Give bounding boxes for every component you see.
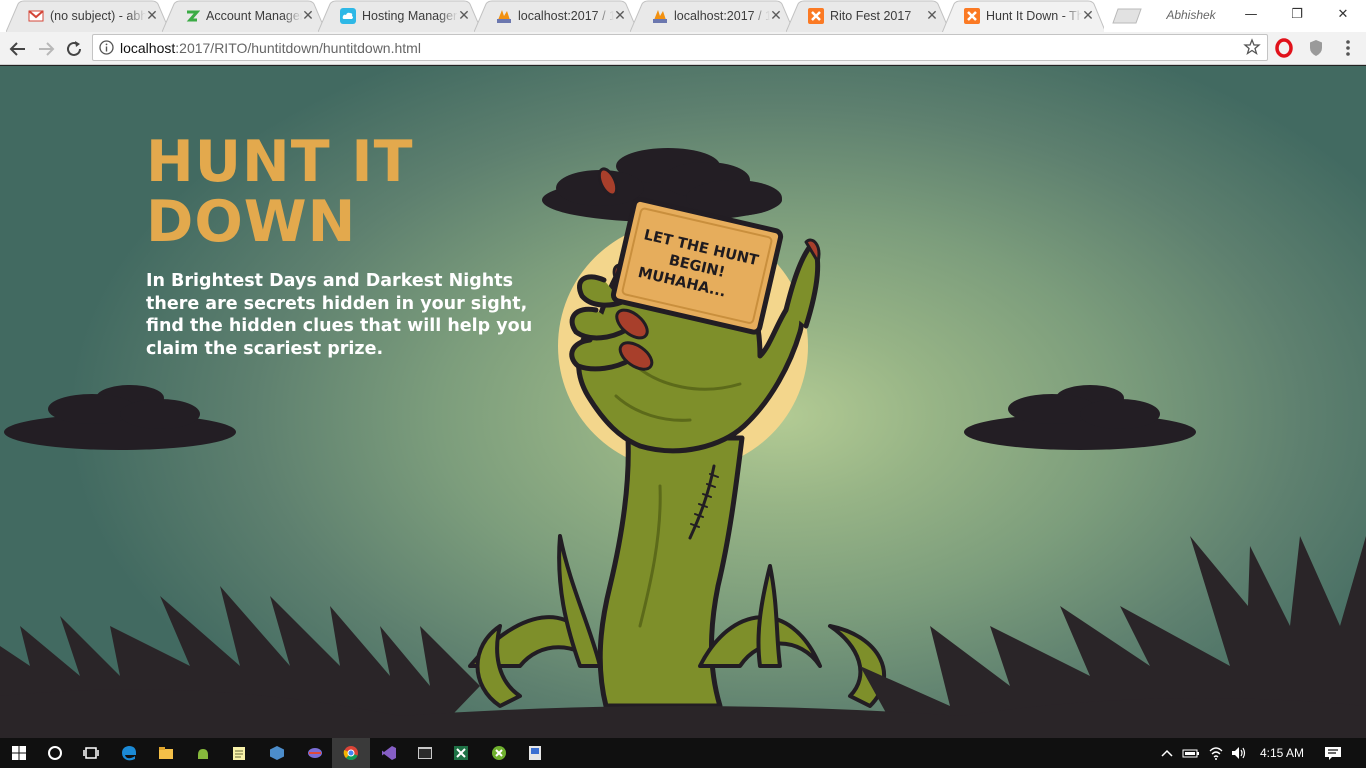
visual-studio-icon [382,746,396,760]
tab-strip: (no subject) - abhi ✕ Account Manager ✕ … [0,0,1366,32]
tab-title: Hunt It Down - Th [986,9,1082,23]
close-icon[interactable]: ✕ [1080,8,1096,24]
android-studio-icon [198,749,208,759]
volume-icon[interactable] [1230,745,1248,761]
menu-icon[interactable] [1338,38,1358,58]
tab-hosting-manager[interactable]: Hosting Manager ✕ [318,0,480,32]
chrome-icon [343,746,358,761]
xampp-icon [808,8,824,24]
close-icon[interactable]: ✕ [768,8,784,24]
tab-rito-fest[interactable]: Rito Fest 2017 ✕ [786,0,948,32]
edge-icon [122,746,136,761]
tab-account-manager[interactable]: Account Manager ✕ [162,0,324,32]
page-title: HUNT IT DOWN [146,129,414,255]
tab-title: localhost:2017 / 1 [674,9,770,23]
tab-title: Rito Fest 2017 [830,9,912,23]
cortana-button[interactable] [36,738,74,768]
browser-toolbar: localhost:2017/RITO/huntitdown/huntitdow… [0,32,1366,65]
tab-phpmyadmin-1[interactable]: localhost:2017 / 1 ✕ [474,0,636,32]
chevron-up-icon[interactable] [1160,745,1174,761]
app2-icon [529,746,541,760]
zoho-icon [184,8,201,24]
taskbar-app2[interactable] [516,738,554,768]
taskbar-excel[interactable] [442,738,480,768]
reload-icon[interactable] [62,37,86,61]
windows-taskbar: 4:15 AM [0,738,1366,768]
info-icon[interactable] [99,40,114,55]
shield-icon[interactable] [1306,38,1326,58]
bookmark-star-icon[interactable] [1243,38,1261,56]
virtualbox-icon [270,746,284,760]
taskbar-xampp[interactable] [480,738,518,768]
restore-button[interactable]: ❐ [1274,0,1320,30]
file-explorer-icon [159,747,173,759]
url-path: :2017/RITO/huntitdown/huntitdown.html [175,40,421,56]
phpmyadmin-icon [496,8,512,24]
taskbar-chrome[interactable] [332,738,370,768]
tab-hunt-it-down[interactable]: Hunt It Down - Th ✕ [942,0,1104,32]
wifi-icon[interactable] [1208,745,1224,761]
close-window-button[interactable]: ✕ [1320,0,1366,30]
tab-gmail[interactable]: (no subject) - abhi ✕ [6,0,168,32]
taskbar-app[interactable] [296,738,334,768]
battery-icon[interactable] [1182,745,1200,761]
back-icon[interactable] [6,37,30,61]
forward-icon[interactable] [34,37,58,61]
app-icon [308,748,322,758]
tab-title: (no subject) - abhi [50,9,146,23]
close-icon[interactable]: ✕ [300,8,316,24]
taskbar-file-explorer[interactable] [147,738,185,768]
profile-name[interactable]: Abhishek [1160,6,1222,24]
task-view-button[interactable] [72,738,110,768]
tab-title: Account Manager [206,9,302,23]
windows-start-icon [12,746,26,760]
excel-icon [454,746,468,760]
taskbar-clock[interactable]: 4:15 AM [1254,745,1310,761]
taskbar-visual-studio[interactable] [370,738,408,768]
gmail-icon [28,8,44,24]
phpmyadmin-icon [652,8,668,24]
cloud-right [964,385,1196,450]
tagline: In Brightest Days and Darkest Nights the… [146,271,533,359]
xampp-icon [964,8,980,24]
start-button[interactable] [0,738,38,768]
close-icon[interactable]: ✕ [612,8,628,24]
cortana-icon [48,746,62,760]
address-bar[interactable]: localhost:2017/RITO/huntitdown/huntitdow… [92,34,1268,61]
taskbar-terminal[interactable] [406,738,444,768]
xampp-icon [492,746,506,760]
hunt-page: LET THE HUNT BEGIN! MUHAHA... HUNT IT DO… [0,66,1366,738]
tab-title: Hosting Manager [362,9,458,23]
minimize-button[interactable]: — [1228,0,1274,30]
url-host: localhost [120,40,176,56]
taskbar-notepad[interactable] [220,738,258,768]
terminal-icon [418,747,432,759]
tab-phpmyadmin-2[interactable]: localhost:2017 / 1 ✕ [630,0,792,32]
url-text[interactable]: localhost:2017/RITO/huntitdown/huntitdow… [120,39,421,57]
action-center-icon[interactable] [1324,745,1342,761]
close-icon[interactable]: ✕ [456,8,472,24]
close-icon[interactable]: ✕ [924,8,940,24]
task-view-icon [83,747,99,759]
taskbar-edge[interactable] [110,738,148,768]
cloud-left [4,385,236,450]
close-icon[interactable]: ✕ [144,8,160,24]
notepad-icon [233,747,245,760]
cloud-icon [340,8,356,24]
taskbar-virtualbox[interactable] [258,738,296,768]
tab-title: localhost:2017 / 1 [518,9,614,23]
new-tab-button[interactable] [1110,8,1144,24]
taskbar-android-studio[interactable] [184,738,222,768]
opera-extension-icon[interactable] [1274,38,1294,58]
